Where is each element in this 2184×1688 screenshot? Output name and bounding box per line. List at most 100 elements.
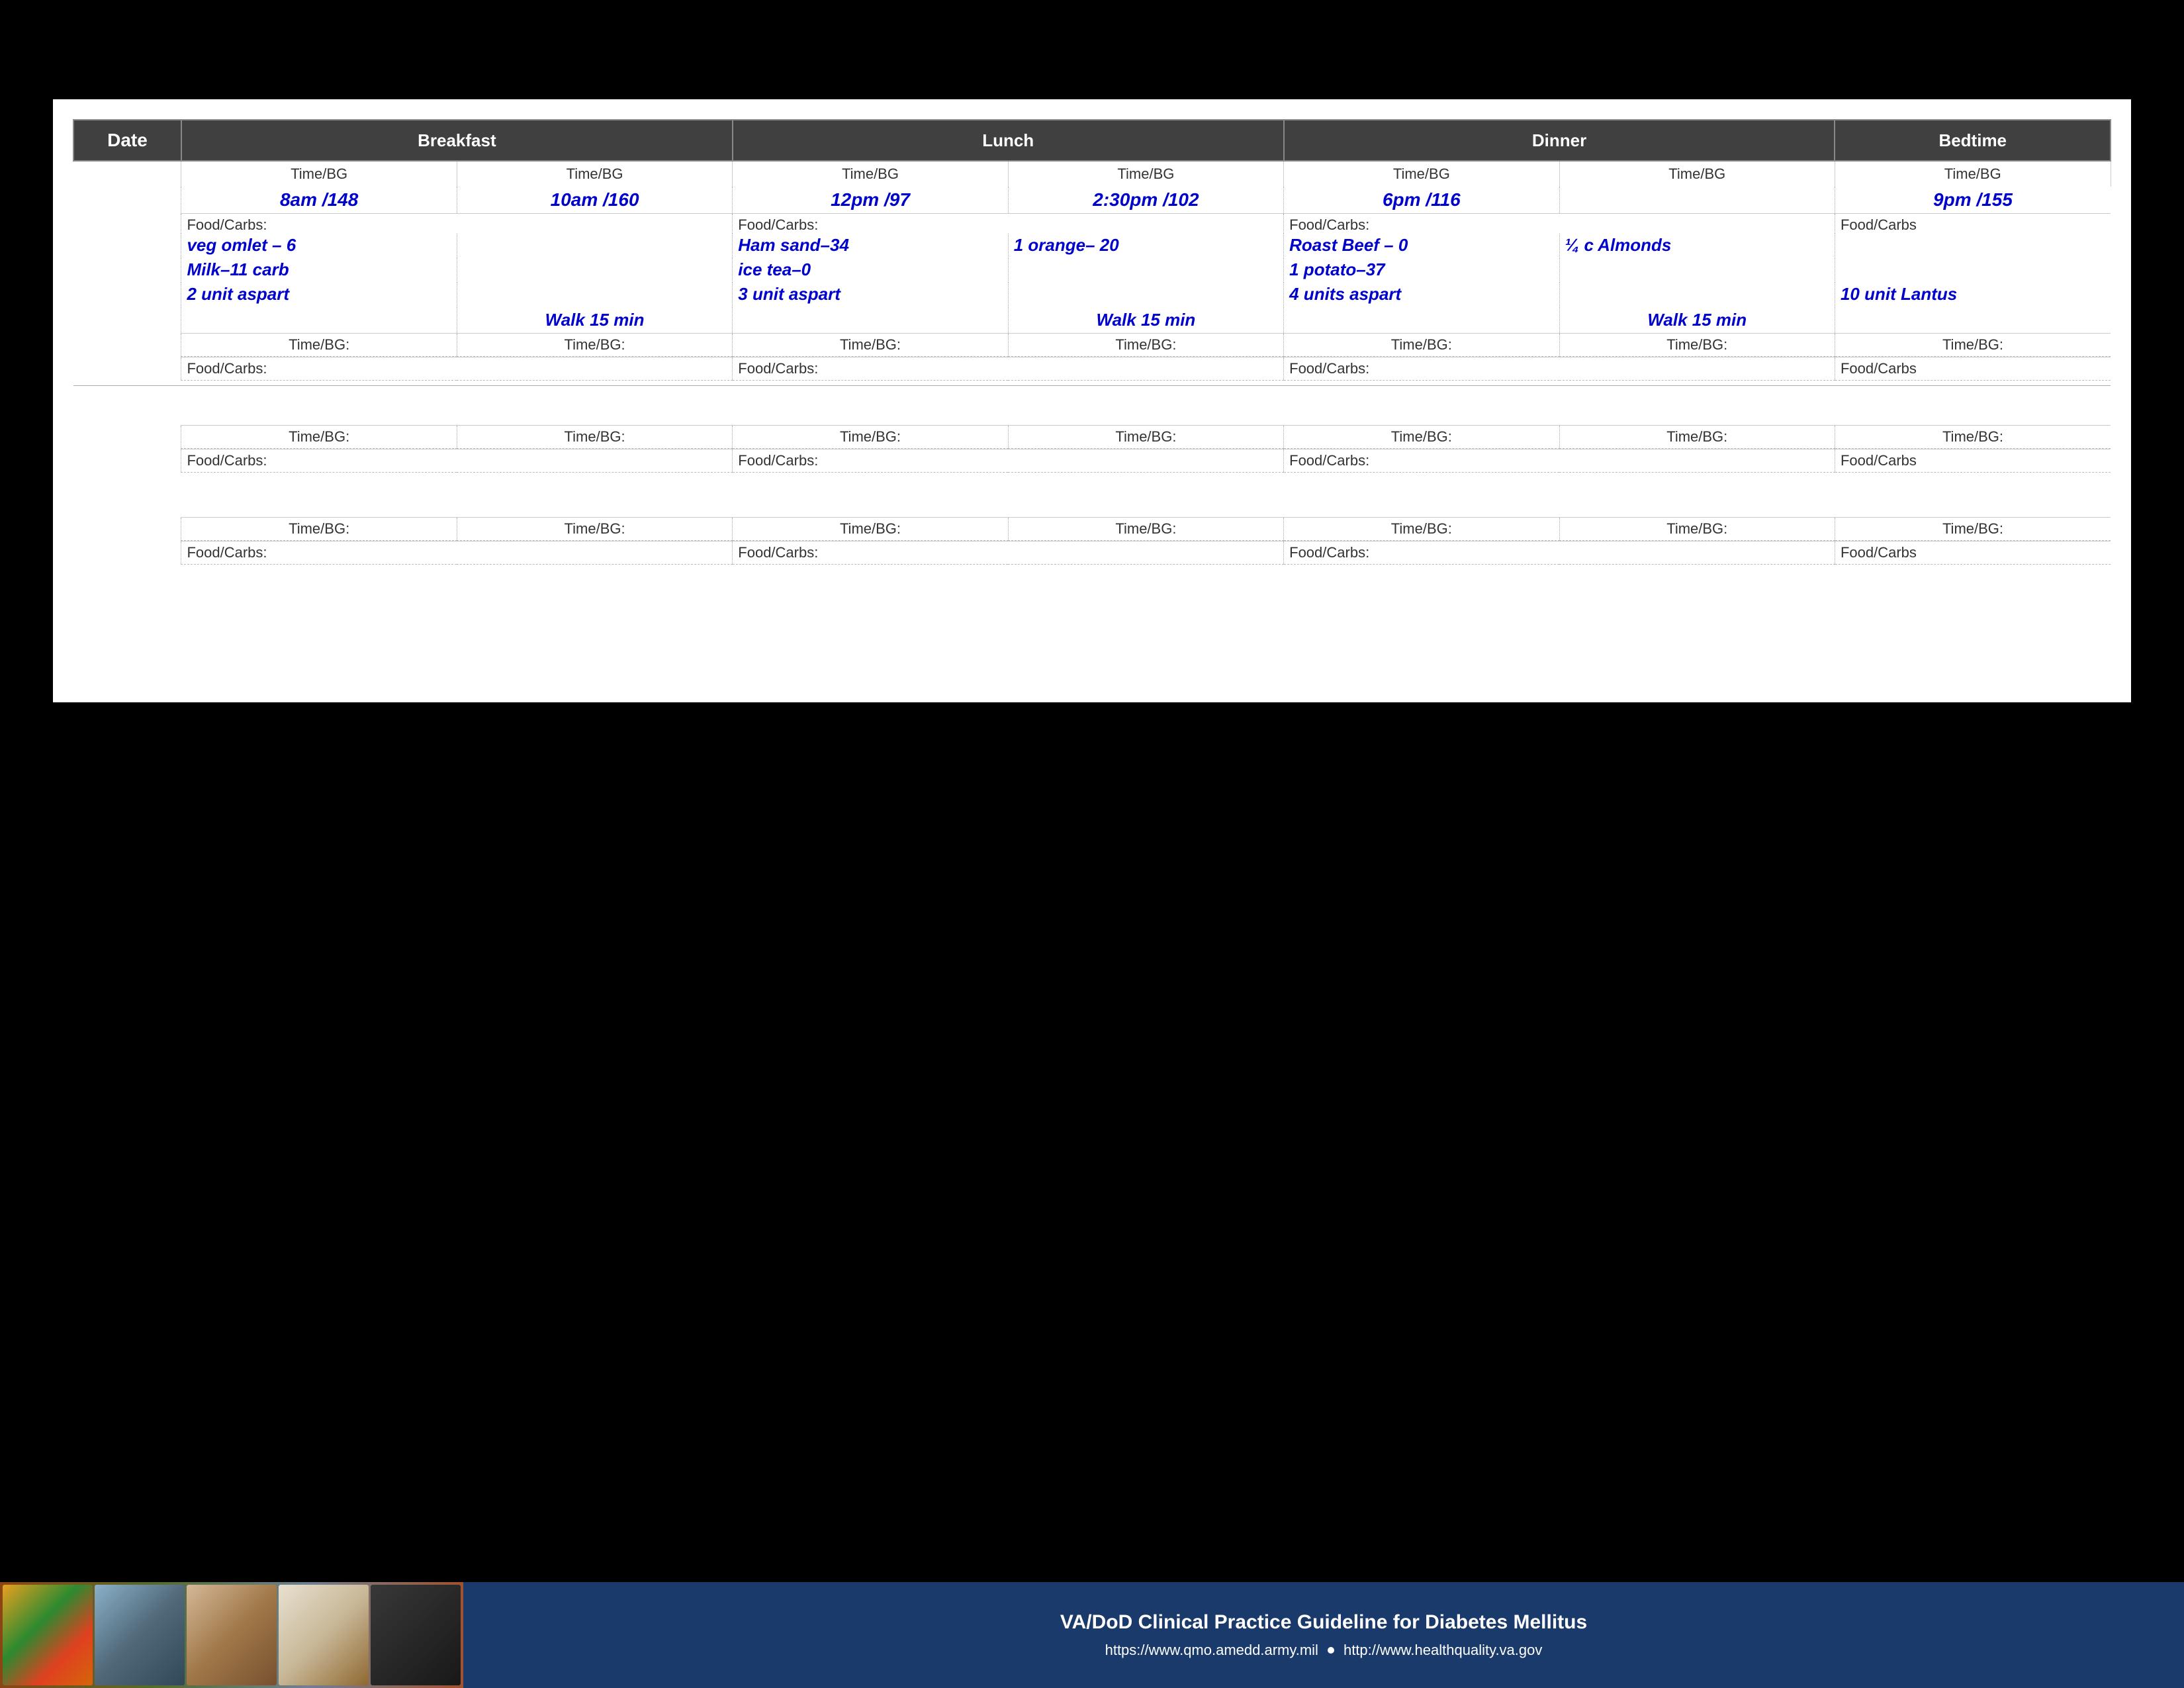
row2-ef-di: Food/Carbs: [1284, 449, 1835, 473]
column-headers: Date Breakfast Lunch Dinner Bedtime [73, 120, 2111, 161]
row1-ef-di: Food/Carbs: [1284, 357, 1835, 381]
row1-ex-lu1 [733, 307, 1008, 334]
timebg-subheader: Time/BG Time/BG Time/BG Time/BG Time/BG … [73, 161, 2111, 187]
row2-et-lu2: Time/BG: [1008, 426, 1283, 449]
row3-empty-food: Food/Carbs: Food/Carbs: Food/Carbs: Food… [73, 541, 2111, 565]
row1-food2-di2 [1559, 258, 1835, 283]
footer-img-exercise [95, 1585, 185, 1685]
row1-food-label-bf: Food/Carbs: [181, 214, 733, 234]
row1-time-values: 8am /148 10am /160 12pm /97 2:30pm /102 … [73, 187, 2111, 214]
timebg-di1: Time/BG [1284, 161, 1559, 187]
timebg-bf2: Time/BG [457, 161, 732, 187]
row1-food-bt [1835, 234, 2111, 258]
row1-time-lu1: 12pm /97 [733, 187, 1008, 214]
row2-et-lu1: Time/BG: [733, 426, 1008, 449]
spacer3 [73, 570, 2111, 702]
date-subcell [73, 161, 181, 187]
row1-insulin-bf2 [457, 283, 732, 307]
row1-et-di1: Time/BG: [1284, 334, 1559, 357]
timebg-lu2: Time/BG [1008, 161, 1283, 187]
footer-url1: https://www.qmo.amedd.army.mil [1105, 1642, 1318, 1659]
row1-empty-time: Time/BG: Time/BG: Time/BG: Time/BG: Time… [73, 334, 2111, 357]
timebg-bf1: Time/BG [181, 161, 457, 187]
row1-ex-bf2: Walk 15 min [457, 307, 732, 334]
row1-ex-di1 [1284, 307, 1559, 334]
footer-dot [1328, 1647, 1334, 1654]
row1-ex-date [73, 307, 181, 334]
row3-ef-bt: Food/Carbs [1835, 541, 2111, 565]
footer-text-section: VA/DoD Clinical Practice Guideline for D… [463, 1582, 2184, 1688]
row1-et-date [73, 334, 181, 357]
breakfast-header: Breakfast [181, 120, 733, 161]
row2-et-bf1: Time/BG: [181, 426, 457, 449]
row3-et-lu2: Time/BG: [1008, 518, 1283, 541]
row1-fv-date [73, 234, 181, 258]
row1-food2-di1: 1 potato–37 [1284, 258, 1559, 283]
row1-food2-bf1: Milk–11 carb [181, 258, 457, 283]
row1-et-lu2: Time/BG: [1008, 334, 1283, 357]
bedtime-header: Bedtime [1835, 120, 2111, 161]
row1-empty-food: Food/Carbs: Food/Carbs: Food/Carbs: Food… [73, 357, 2111, 381]
row1-food2-bf2 [457, 258, 732, 283]
row3-et-di2: Time/BG: [1559, 518, 1835, 541]
row1-food-values: veg omlet – 6 Ham sand–34 1 orange– 20 R… [73, 234, 2111, 258]
row1-et-lu1: Time/BG: [733, 334, 1008, 357]
row1-food2-lu1: ice tea–0 [733, 258, 1008, 283]
row1-insulin-lu1: 3 unit aspart [733, 283, 1008, 307]
footer-title: VA/DoD Clinical Practice Guideline for D… [1060, 1611, 1587, 1634]
row1-food-label-bt: Food/Carbs [1835, 214, 2111, 234]
row3-ef-lu: Food/Carbs: [733, 541, 1284, 565]
row2-et-di1: Time/BG: [1284, 426, 1559, 449]
row2-et-date [73, 426, 181, 449]
row1-food2-lu2 [1008, 258, 1283, 283]
row1-et-bt: Time/BG: [1835, 334, 2111, 357]
row3-et-date [73, 518, 181, 541]
row1-exercise: Walk 15 min Walk 15 min Walk 15 min [73, 307, 2111, 334]
row1-insulin-di1: 4 units aspart [1284, 283, 1559, 307]
row3-ef-bf: Food/Carbs: [181, 541, 733, 565]
timebg-di2: Time/BG [1559, 161, 1835, 187]
row1-insulin: 2 unit aspart 3 unit aspart 4 units aspa… [73, 283, 2111, 307]
row1-date [73, 187, 181, 214]
footer-img-document [279, 1585, 369, 1685]
row1-et-di2: Time/BG: [1559, 334, 1835, 357]
row2-et-di2: Time/BG: [1559, 426, 1835, 449]
footer-img-food [3, 1585, 93, 1685]
row3-et-bf2: Time/BG: [457, 518, 732, 541]
spacer1 [73, 386, 2111, 426]
row1-time-bf1: 8am /148 [181, 187, 457, 214]
row2-et-bf2: Time/BG: [457, 426, 732, 449]
lunch-header: Lunch [733, 120, 1284, 161]
row1-insulin-bt: 10 unit Lantus [1835, 283, 2111, 307]
timebg-lu1: Time/BG [733, 161, 1008, 187]
row1-time-lu2: 2:30pm /102 [1008, 187, 1283, 214]
footer-img-skeleton [187, 1585, 277, 1685]
footer-bar: VA/DoD Clinical Practice Guideline for D… [0, 1582, 2184, 1688]
row2-empty-food: Food/Carbs: Food/Carbs: Food/Carbs: Food… [73, 449, 2111, 473]
dinner-header: Dinner [1284, 120, 1835, 161]
row2-ef-bf: Food/Carbs: [181, 449, 733, 473]
row1-food-di1: Roast Beef – 0 [1284, 234, 1559, 258]
row1-insulin-bf1: 2 unit aspart [181, 283, 457, 307]
row1-food-label-di: Food/Carbs: [1284, 214, 1835, 234]
row1-time-bf2: 10am /160 [457, 187, 732, 214]
row1-time-di2 [1559, 187, 1835, 214]
row3-bottom-line [73, 565, 2111, 570]
row1-bottom-line [73, 381, 2111, 386]
row1-ef-date [73, 357, 181, 381]
row1-ef-bf: Food/Carbs: [181, 357, 733, 381]
row1-ex-di2: Walk 15 min [1559, 307, 1835, 334]
row1-ef-bt: Food/Carbs [1835, 357, 2111, 381]
row3-et-di1: Time/BG: [1284, 518, 1559, 541]
row2-et-bt: Time/BG: [1835, 426, 2111, 449]
row1-food-lu2: 1 orange– 20 [1008, 234, 1283, 258]
row1-ins-date [73, 283, 181, 307]
row1-food-bf1: veg omlet – 6 [181, 234, 457, 258]
row1-ex-bf1 [181, 307, 457, 334]
row1-food-label: Food/Carbs: Food/Carbs: Food/Carbs: Food… [73, 214, 2111, 234]
row1-et-bf1: Time/BG: [181, 334, 457, 357]
row1-food-bf2 [457, 234, 732, 258]
row1-food-values2: Milk–11 carb ice tea–0 1 potato–37 [73, 258, 2111, 283]
row1-et-bf2: Time/BG: [457, 334, 732, 357]
row1-ef-lu: Food/Carbs: [733, 357, 1284, 381]
